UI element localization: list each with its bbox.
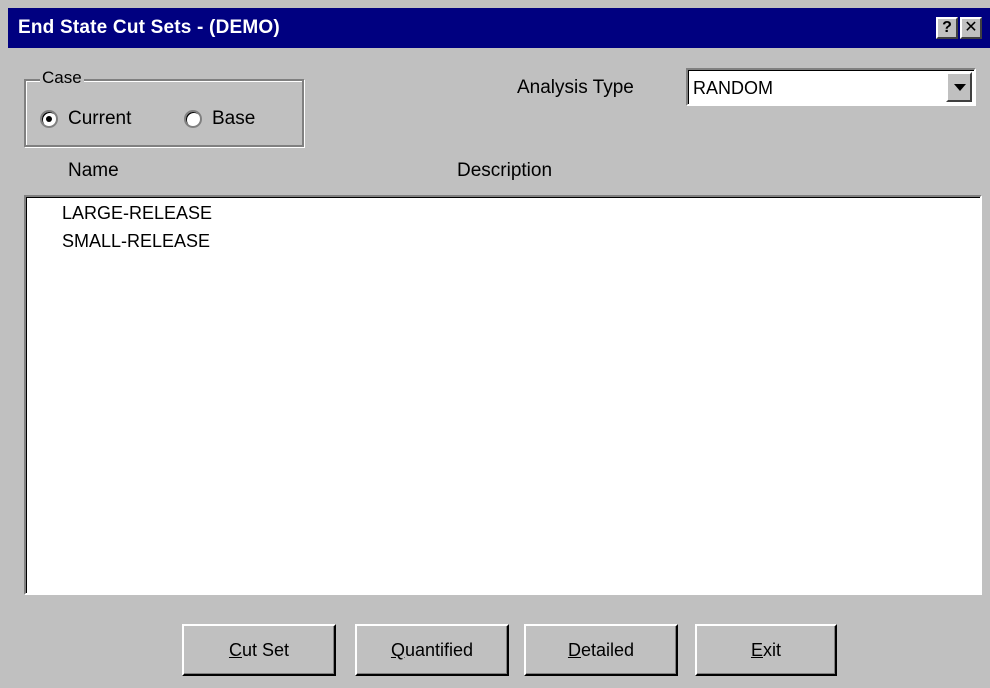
detailed-button[interactable]: Detailed: [524, 624, 678, 676]
analysis-type-label: Analysis Type: [517, 77, 634, 98]
close-icon[interactable]: ✕: [960, 17, 982, 39]
case-base-label: Base: [212, 108, 256, 129]
radio-unselected-icon[interactable]: [184, 110, 202, 128]
cut-set-button[interactable]: Cut Set: [182, 624, 336, 676]
dropdown-arrow-icon[interactable]: [946, 72, 972, 102]
end-state-list[interactable]: LARGE-RELEASE SMALL-RELEASE: [24, 195, 982, 595]
column-header-name: Name: [68, 160, 119, 181]
case-current-radio[interactable]: Current: [40, 108, 131, 130]
detailed-label: etailed: [580, 640, 635, 660]
cut-set-label: ut Set: [241, 640, 290, 660]
exit-mnemonic: E: [750, 640, 763, 660]
list-item[interactable]: SMALL-RELEASE: [62, 231, 210, 252]
detailed-mnemonic: D: [567, 640, 581, 660]
cut-set-mnemonic: C: [228, 640, 242, 660]
end-state-cut-sets-dialog: End State Cut Sets - (DEMO) ? ✕ Case Cur…: [0, 0, 990, 688]
analysis-type-value: RANDOM: [693, 78, 773, 98]
quantified-button[interactable]: Quantified: [355, 624, 509, 676]
analysis-type-select[interactable]: RANDOM: [686, 68, 976, 106]
exit-label: xit: [763, 640, 781, 660]
case-current-label: Current: [68, 108, 132, 129]
list-item[interactable]: LARGE-RELEASE: [62, 203, 212, 224]
help-icon[interactable]: ?: [936, 17, 958, 39]
exit-button[interactable]: Exit: [695, 624, 837, 676]
radio-selected-icon[interactable]: [40, 110, 58, 128]
title-bar[interactable]: End State Cut Sets - (DEMO) ? ✕: [8, 8, 990, 48]
quantified-label: uantified: [404, 640, 474, 660]
column-header-description: Description: [457, 160, 553, 181]
case-base-radio[interactable]: Base: [184, 108, 255, 130]
quantified-mnemonic: Q: [390, 640, 405, 660]
window-title: End State Cut Sets - (DEMO): [18, 17, 280, 38]
case-group-label: Case: [40, 68, 84, 88]
